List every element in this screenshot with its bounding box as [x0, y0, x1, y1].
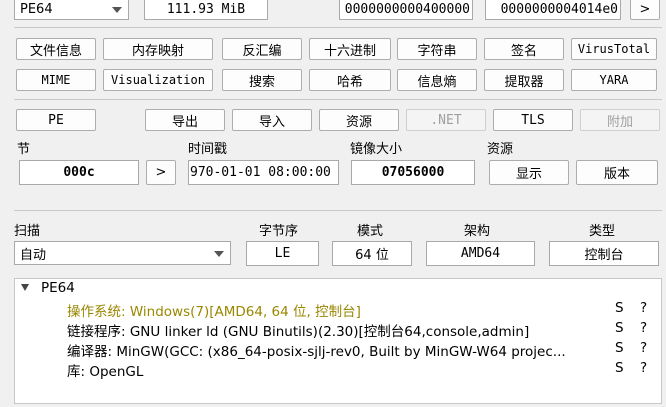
tree-item-s[interactable]: S	[615, 340, 624, 356]
mime-button[interactable]: MIME	[16, 69, 96, 91]
resources-button[interactable]: 资源	[319, 109, 399, 131]
chevron-down-icon	[112, 7, 122, 13]
hash-button[interactable]: 哈希	[309, 69, 391, 91]
resource-label: 资源	[487, 142, 514, 157]
visualization-button[interactable]: Visualization	[103, 69, 213, 91]
exports-button[interactable]: 导出	[145, 109, 225, 131]
tree-item-s[interactable]: S	[615, 320, 624, 336]
detection-tree[interactable]: PE64 操作系统: Windows(7)[AMD64, 64 位, 控制台] …	[14, 278, 662, 404]
signature-button[interactable]: 签名	[484, 38, 564, 60]
type-field: 控制台	[549, 241, 659, 266]
tree-item-q[interactable]: ?	[640, 340, 647, 356]
virustotal-button[interactable]: VirusTotal	[571, 38, 657, 60]
timestamp-field: 970-01-01 08:00:00	[188, 160, 339, 185]
expand-arrow-icon[interactable]	[21, 284, 29, 291]
tree-item[interactable]: 操作系统: Windows(7)[AMD64, 64 位, 控制台] S ?	[15, 300, 661, 320]
mode-label: 模式	[357, 224, 384, 239]
tree-item-q[interactable]: ?	[640, 300, 647, 316]
pe-button[interactable]: PE	[16, 109, 96, 131]
image-size-field: 07056000	[351, 160, 475, 185]
tree-item-s[interactable]: S	[615, 300, 624, 316]
memory-map-button[interactable]: 内存映射	[103, 38, 213, 60]
scan-mode-value: 自动	[20, 247, 47, 263]
yara-button[interactable]: YARA	[571, 69, 657, 91]
tree-item-q[interactable]: ?	[640, 320, 647, 336]
tree-item-q[interactable]: ?	[640, 360, 647, 376]
tree-item[interactable]: 库: OpenGL S ?	[15, 360, 661, 380]
tree-item-text: 库: OpenGL	[67, 364, 144, 380]
file-type-value: PE64	[20, 1, 53, 17]
disasm-button[interactable]: 反汇编	[222, 38, 302, 60]
tree-item-text: 链接程序: GNU linker ld (GNU Binutils)(2.30)…	[67, 324, 530, 340]
tree-root-label: PE64	[41, 280, 75, 296]
timestamp-label: 时间戳	[188, 142, 228, 157]
imports-button[interactable]: 导入	[232, 109, 312, 131]
entry-point-field[interactable]: 0000000004014e0	[485, 0, 621, 20]
dotnet-button[interactable]: .NET	[406, 109, 486, 131]
section-label: 节	[17, 142, 31, 157]
entry-point-next-button[interactable]: >	[630, 0, 660, 20]
base-address-field[interactable]: 0000000000400000	[339, 0, 473, 20]
strings-button[interactable]: 字符串	[397, 38, 477, 60]
arch-label: 架构	[464, 224, 491, 239]
tree-item-text: 操作系统: Windows(7)[AMD64, 64 位, 控制台]	[67, 304, 361, 320]
entropy-button[interactable]: 信息熵	[397, 69, 477, 91]
mode-field: 64 位	[332, 241, 412, 266]
tls-button[interactable]: TLS	[493, 109, 573, 131]
tree-root[interactable]: PE64	[15, 280, 661, 300]
section-count-field: 000c	[19, 160, 139, 185]
type-label: 类型	[589, 224, 616, 239]
show-resource-button[interactable]: 显示	[489, 160, 569, 185]
arch-field: AMD64	[426, 241, 535, 266]
file-size-field: 111.93 MiB	[144, 0, 268, 20]
extractor-button[interactable]: 提取器	[484, 69, 564, 91]
file-info-button[interactable]: 文件信息	[16, 38, 96, 60]
hex-button[interactable]: 十六进制	[309, 38, 391, 60]
endianness-label: 字节序	[259, 224, 299, 239]
file-type-select[interactable]: PE64	[14, 0, 129, 20]
endianness-field: LE	[246, 241, 319, 266]
section-next-button[interactable]: >	[146, 160, 176, 185]
overlay-button[interactable]: 附加	[580, 109, 660, 131]
tree-item-text: 编译器: MinGW(GCC: (x86_64-posix-sjlj-rev0,…	[67, 344, 566, 360]
chevron-down-icon	[214, 251, 224, 257]
version-button[interactable]: 版本	[576, 160, 658, 185]
scan-mode-select[interactable]: 自动	[14, 241, 231, 265]
tree-item-s[interactable]: S	[615, 360, 624, 376]
search-button[interactable]: 搜索	[222, 69, 302, 91]
tree-item[interactable]: 链接程序: GNU linker ld (GNU Binutils)(2.30)…	[15, 320, 661, 340]
tree-item[interactable]: 编译器: MinGW(GCC: (x86_64-posix-sjlj-rev0,…	[15, 340, 661, 360]
image-size-label: 镜像大小	[350, 142, 403, 157]
scan-label: 扫描	[14, 224, 41, 239]
